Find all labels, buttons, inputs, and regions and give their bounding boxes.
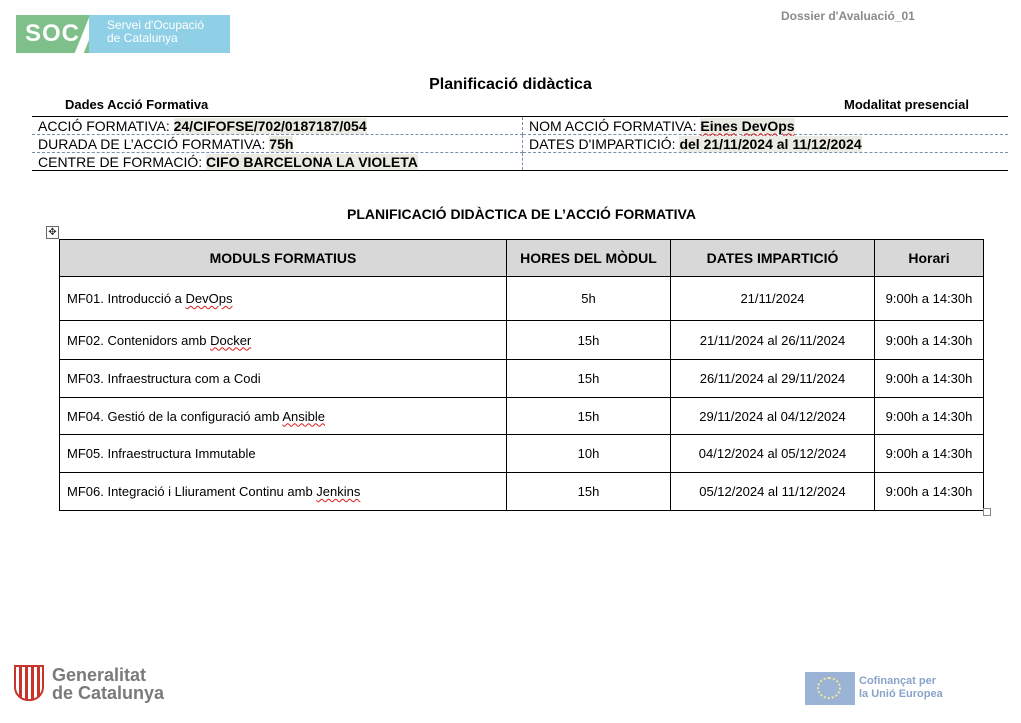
durada-value: 75h xyxy=(269,135,294,152)
hours-cell[interactable]: 15h xyxy=(506,472,671,511)
schedule-cell[interactable]: 9:00h a 14:30h xyxy=(874,397,984,435)
info-cell-centre[interactable]: CENTRE DE FORMACIÓ: CIFO BARCELONA LA VI… xyxy=(32,152,523,171)
col-header-hores[interactable]: HORES DEL MÒDUL xyxy=(506,239,671,277)
eu-text: Cofinançat per la Unió Europea xyxy=(859,675,943,701)
module-cell[interactable]: MF03. Infraestructura com a Codi xyxy=(59,359,507,398)
plan-header-row: MODULS FORMATIUS HORES DEL MÒDUL DATES I… xyxy=(59,239,984,277)
module-term: Docker xyxy=(210,332,252,348)
schedule-cell[interactable]: 9:00h a 14:30h xyxy=(874,320,984,360)
info-cell-nom[interactable]: NOM ACCIÓ FORMATIVA: Eines DevOps xyxy=(522,116,1008,135)
module-cell[interactable]: MF01. Introducció a DevOps xyxy=(59,276,507,321)
schedule-cell[interactable]: 9:00h a 14:30h xyxy=(874,276,984,321)
module-name: MF03. Infraestructura com a Codi xyxy=(67,371,261,386)
dates-cell[interactable]: 29/11/2024 al 04/12/2024 xyxy=(670,397,875,435)
module-term: DevOps xyxy=(185,291,233,306)
eu-line1: Cofinançat per xyxy=(859,675,937,687)
nom-value-2: DevOps xyxy=(741,117,795,134)
hours-cell[interactable]: 15h xyxy=(506,359,671,398)
module-cell[interactable]: MF06. Integració i Lliurament Continu am… xyxy=(59,472,507,511)
table-row: MF03. Infraestructura com a Codi 15h 26/… xyxy=(59,359,984,398)
plan-title: PLANIFICACIÓ DIDÀCTICA DE L’ACCIÓ FORMAT… xyxy=(347,206,696,222)
module-term: Ansible xyxy=(282,408,325,424)
module-name: MF01. Introducció a xyxy=(67,291,186,306)
col-header-dates[interactable]: DATES IMPARTICIÓ xyxy=(670,239,875,277)
info-row: ACCIÓ FORMATIVA: 24/CIFOFSE/702/0187187/… xyxy=(32,116,1008,135)
gencat-line1: Generalitat xyxy=(52,665,147,685)
module-name: MF02. Contenidors amb xyxy=(67,332,211,348)
col-header-moduls[interactable]: MODULS FORMATIUS xyxy=(59,239,507,277)
dates-cell[interactable]: 04/12/2024 al 05/12/2024 xyxy=(670,434,875,473)
info-cell-accio[interactable]: ACCIÓ FORMATIVA: 24/CIFOFSE/702/0187187/… xyxy=(32,116,523,135)
table-row: MF02. Contenidors amb Docker 15h 21/11/2… xyxy=(59,320,984,360)
schedule-cell[interactable]: 9:00h a 14:30h xyxy=(874,359,984,398)
plan-table: MODULS FORMATIUS HORES DEL MÒDUL DATES I… xyxy=(59,239,984,511)
table-resize-handle[interactable] xyxy=(983,508,991,516)
gencat-line2: de Catalunya xyxy=(52,683,165,703)
dates-label: DATES D'IMPARTICIÓ: xyxy=(529,135,676,152)
schedule-cell[interactable]: 9:00h a 14:30h xyxy=(874,472,984,511)
soc-logo-text: Servei d'Ocupació de Catalunya xyxy=(89,15,230,53)
centre-label: CENTRE DE FORMACIÓ: xyxy=(38,153,203,170)
eu-flag-icon xyxy=(805,672,855,705)
module-cell[interactable]: MF04. Gestió de la configuració amb Ansi… xyxy=(59,397,507,435)
dades-label: Dades Acció Formativa xyxy=(65,97,209,112)
hours-cell[interactable]: 15h xyxy=(506,397,671,435)
catalan-flag-icon xyxy=(14,665,44,701)
table-row: MF05. Infraestructura Immutable 10h 04/1… xyxy=(59,434,984,473)
dates-value: del 21/11/2024 al 11/12/2024 xyxy=(679,135,862,152)
table-row: MF01. Introducció a DevOps 5h 21/11/2024… xyxy=(59,276,984,321)
soc-logo: SOC Servei d'Ocupació de Catalunya xyxy=(16,13,230,57)
centre-value: CIFO BARCELONA LA VIOLETA xyxy=(206,153,418,170)
nom-value-1: Eines xyxy=(700,117,738,134)
doc-code: Dossier d'Avaluació_01 xyxy=(781,9,915,23)
page-title: Planificació didàctica xyxy=(429,76,592,93)
module-cell[interactable]: MF02. Contenidors amb Docker xyxy=(59,320,507,360)
module-term: Jenkins xyxy=(316,484,361,499)
eu-line2: la Unió Europea xyxy=(859,688,943,700)
eu-stars-icon xyxy=(817,677,841,699)
schedule-cell[interactable]: 9:00h a 14:30h xyxy=(874,434,984,473)
durada-label: DURADA DE L’ACCIÓ FORMATIVA xyxy=(38,135,262,152)
hours-cell[interactable]: 5h xyxy=(506,276,671,321)
info-cell-durada[interactable]: DURADA DE L’ACCIÓ FORMATIVA: 75h xyxy=(32,134,523,153)
info-row: CENTRE DE FORMACIÓ: CIFO BARCELONA LA VI… xyxy=(32,152,1008,171)
module-name: MF06. Integració i Lliurament Continu am… xyxy=(67,484,317,499)
soc-logo-line2: de Catalunya xyxy=(107,31,178,45)
dates-cell[interactable]: 26/11/2024 al 29/11/2024 xyxy=(670,359,875,398)
durada-colon: : xyxy=(261,135,266,152)
col-header-horari[interactable]: Horari xyxy=(874,239,984,277)
hours-cell[interactable]: 15h xyxy=(506,320,671,360)
gencat-text: Generalitat de Catalunya xyxy=(52,666,164,702)
dates-cell[interactable]: 21/11/2024 al 26/11/2024 xyxy=(670,320,875,360)
dates-cell[interactable]: 21/11/2024 xyxy=(670,276,875,321)
accio-value: 24/CIFOFSE/702/0187187/054 xyxy=(173,117,367,134)
table-move-handle-icon[interactable]: ✥ xyxy=(46,226,59,239)
accio-label: ACCIÓ FORMATIVA: xyxy=(38,117,170,134)
table-row: MF04. Gestió de la configuració amb Ansi… xyxy=(59,397,984,435)
info-table: ACCIÓ FORMATIVA: 24/CIFOFSE/702/0187187/… xyxy=(32,116,1008,171)
info-cell-dates[interactable]: DATES D'IMPARTICIÓ: del 21/11/2024 al 11… xyxy=(522,134,1008,153)
info-cell-empty[interactable] xyxy=(522,152,1008,171)
hours-cell[interactable]: 10h xyxy=(506,434,671,473)
module-cell[interactable]: MF05. Infraestructura Immutable xyxy=(59,434,507,473)
nom-label: NOM ACCIÓ FORMATIVA: xyxy=(529,117,697,134)
modalitat-label: Modalitat presencial xyxy=(844,97,969,112)
dates-cell[interactable]: 05/12/2024 al 11/12/2024 xyxy=(670,472,875,511)
table-row: MF06. Integració i Lliurament Continu am… xyxy=(59,472,984,511)
module-name: MF04. Gestió de la configuració amb xyxy=(67,408,283,424)
info-row: DURADA DE L’ACCIÓ FORMATIVA: 75h DATES D… xyxy=(32,134,1008,153)
module-name: MF05. Infraestructura Immutable xyxy=(67,446,256,461)
